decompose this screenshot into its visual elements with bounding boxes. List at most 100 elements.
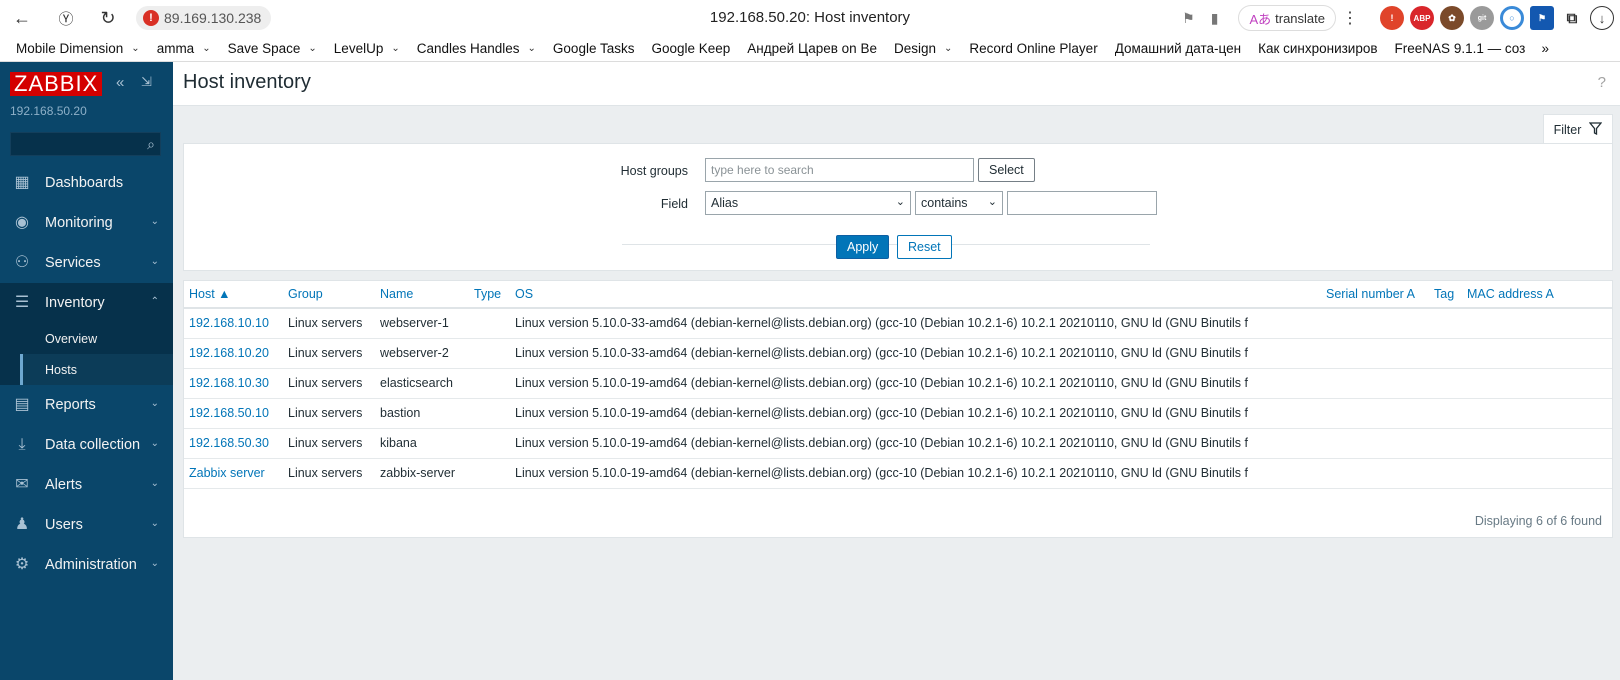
bookmark-item[interactable]: Record Online Player bbox=[969, 41, 1097, 56]
collapse-sidebar-icon[interactable]: « bbox=[116, 74, 124, 91]
translate-button[interactable]: Aあ translate bbox=[1238, 5, 1336, 31]
translate-icon: Aあ bbox=[1249, 11, 1272, 27]
cell-empty bbox=[1321, 308, 1429, 339]
column-header[interactable]: Serial number A bbox=[1321, 281, 1429, 309]
adblock-extension-icon[interactable]: ABP bbox=[1410, 6, 1434, 30]
bookmark-label: FreeNAS 9.1.1 — соз bbox=[1394, 41, 1525, 56]
table-row: 192.168.10.10 Linux servers webserver-1 Lin… bbox=[184, 308, 1612, 339]
bookmarks-overflow-button[interactable]: » bbox=[1542, 41, 1550, 56]
cell-os: Linux version 5.10.0-19-amd64 (debian-ke… bbox=[510, 398, 1321, 429]
page-header: Host inventory ? bbox=[173, 62, 1620, 106]
chevron-down-icon: ⌄ bbox=[150, 478, 159, 489]
column-header[interactable]: Host ▲ bbox=[184, 281, 283, 309]
bookmark-item[interactable]: FreeNAS 9.1.1 — соз bbox=[1395, 41, 1525, 56]
table-row: 192.168.10.30 Linux servers elasticsearch L… bbox=[184, 368, 1612, 399]
zabbix-logo[interactable]: ZABBIX bbox=[10, 72, 103, 96]
translate-page-icon[interactable]: ⚑ bbox=[1182, 10, 1195, 27]
cell-name: elasticsearch bbox=[375, 368, 469, 399]
sidebar-item-dashboards[interactable]: ▦ Dashboards bbox=[0, 163, 173, 203]
yandex-button[interactable]: Ⓨ bbox=[48, 0, 84, 36]
bookmark-item[interactable]: Google Keep bbox=[651, 41, 730, 56]
bookmark-item[interactable]: Андрей Царев on Be bbox=[747, 41, 877, 56]
eye-icon: ◉ bbox=[15, 214, 29, 231]
sidebar-item-data-collection[interactable]: ⤓ Data collection ⌄ bbox=[0, 425, 173, 465]
column-header[interactable]: OS bbox=[510, 281, 1321, 309]
field-select[interactable]: Alias ⌄ bbox=[705, 191, 911, 215]
column-header[interactable]: Tag bbox=[1429, 281, 1462, 309]
chevron-down-icon: ⌄ bbox=[150, 398, 159, 409]
sidebar-item-administration[interactable]: ⚙ Administration ⌄ bbox=[0, 545, 173, 585]
column-header[interactable]: Type bbox=[469, 281, 510, 309]
search-icon[interactable]: ⌕ bbox=[147, 136, 155, 153]
insecure-warning-icon[interactable]: ! bbox=[143, 10, 159, 26]
bookmark-item[interactable]: Домашний дата-цен bbox=[1115, 41, 1241, 56]
field-value-input[interactable] bbox=[1007, 191, 1157, 215]
ring-extension-icon[interactable]: ○ bbox=[1500, 6, 1524, 30]
extensions-puzzle-icon[interactable]: ⧉ bbox=[1560, 6, 1584, 30]
host-link[interactable]: Zabbix server bbox=[184, 458, 283, 489]
bookmark-item[interactable]: Mobile Dimension ⌄ bbox=[16, 41, 140, 56]
kiosk-mode-icon[interactable]: ⇲ bbox=[141, 74, 152, 90]
host-link[interactable]: 192.168.50.30 bbox=[184, 428, 283, 459]
gitzip-extension-icon[interactable]: git bbox=[1470, 6, 1494, 30]
reload-button[interactable]: ↻ bbox=[90, 0, 126, 36]
sidebar-item-reports[interactable]: ▤ Reports ⌄ bbox=[0, 385, 173, 425]
server-name: 192.168.50.20 bbox=[10, 104, 87, 118]
bookmark-item[interactable]: Google Tasks bbox=[553, 41, 635, 56]
filter-panel: Host groups Select Field Alias ⌄ contain… bbox=[183, 143, 1613, 271]
cell-group: Linux servers bbox=[283, 368, 375, 399]
sidebar-item-services[interactable]: ⚇ Services ⌄ bbox=[0, 243, 173, 283]
operator-select[interactable]: contains ⌄ bbox=[915, 191, 1003, 215]
host-groups-input[interactable] bbox=[705, 158, 974, 182]
host-link[interactable]: 192.168.10.20 bbox=[184, 338, 283, 369]
flag-extension-icon[interactable]: ⚑ bbox=[1530, 6, 1554, 30]
bookmark-icon[interactable]: ▮ bbox=[1211, 10, 1219, 27]
sidebar-item-alerts[interactable]: ✉ Alerts ⌄ bbox=[0, 465, 173, 505]
bookmark-item[interactable]: LevelUp ⌄ bbox=[334, 41, 400, 56]
cell-empty bbox=[1462, 308, 1612, 339]
downloads-icon[interactable]: ↓ bbox=[1590, 6, 1614, 30]
sidebar-item-monitoring[interactable]: ◉ Monitoring ⌄ bbox=[0, 203, 173, 243]
bookmark-item[interactable]: amma ⌄ bbox=[157, 41, 211, 56]
bookmark-item[interactable]: Design ⌄ bbox=[894, 41, 952, 56]
sidebar-search-input[interactable]: ⌕ bbox=[10, 132, 161, 156]
report-icon: ▤ bbox=[14, 396, 30, 413]
column-header[interactable]: Group bbox=[283, 281, 375, 309]
sidebar-item-label: Users bbox=[45, 517, 83, 533]
select-host-groups-button[interactable]: Select bbox=[978, 158, 1035, 182]
inventory-submenu: Overview Hosts bbox=[0, 323, 173, 385]
chevron-down-icon: ⌄ bbox=[202, 43, 211, 54]
chevron-down-icon: ⌄ bbox=[308, 43, 317, 54]
host-groups-label: Host groups bbox=[620, 164, 688, 178]
back-button[interactable]: ← bbox=[4, 0, 40, 36]
cell-empty bbox=[1462, 398, 1612, 429]
translate-label: translate bbox=[1275, 10, 1325, 26]
bookmark-item[interactable]: Save Space ⌄ bbox=[228, 41, 317, 56]
filter-tab-label: Filter bbox=[1553, 122, 1582, 137]
sidebar-item-users[interactable]: ♟ Users ⌄ bbox=[0, 505, 173, 545]
host-link[interactable]: 192.168.10.30 bbox=[184, 368, 283, 399]
submenu-item-overview[interactable]: Overview bbox=[20, 323, 173, 354]
apply-button[interactable]: Apply bbox=[836, 235, 890, 259]
filter-tab[interactable]: Filter bbox=[1543, 114, 1613, 144]
host-link[interactable]: 192.168.50.10 bbox=[184, 398, 283, 429]
cell-os: Linux version 5.10.0-19-amd64 (debian-ke… bbox=[510, 368, 1321, 399]
more-menu-icon[interactable]: ⋮ bbox=[1342, 8, 1358, 28]
chevron-down-icon: ⌄ bbox=[150, 518, 159, 529]
sidebar-item-label: Services bbox=[45, 255, 101, 271]
list-icon: ☰ bbox=[14, 294, 30, 311]
column-header[interactable]: MAC address A bbox=[1462, 281, 1612, 309]
host-link[interactable]: 192.168.10.10 bbox=[184, 308, 283, 339]
sidebar-item-inventory[interactable]: ☰ Inventory ⌃ bbox=[0, 283, 173, 323]
cell-empty bbox=[1429, 398, 1462, 429]
colorful-extension-icon[interactable]: ✿ bbox=[1440, 6, 1464, 30]
bookmark-item[interactable]: Как синхронизиров bbox=[1258, 41, 1377, 56]
help-icon[interactable]: ? bbox=[1598, 74, 1606, 91]
cell-empty bbox=[1462, 428, 1612, 459]
submenu-item-hosts[interactable]: Hosts bbox=[20, 354, 173, 385]
cell-empty bbox=[1321, 458, 1429, 489]
shield-extension-icon[interactable]: ! bbox=[1380, 6, 1404, 30]
column-header[interactable]: Name bbox=[375, 281, 469, 309]
reset-button[interactable]: Reset bbox=[897, 235, 952, 259]
bookmark-item[interactable]: Candles Handles ⌄ bbox=[417, 41, 536, 56]
